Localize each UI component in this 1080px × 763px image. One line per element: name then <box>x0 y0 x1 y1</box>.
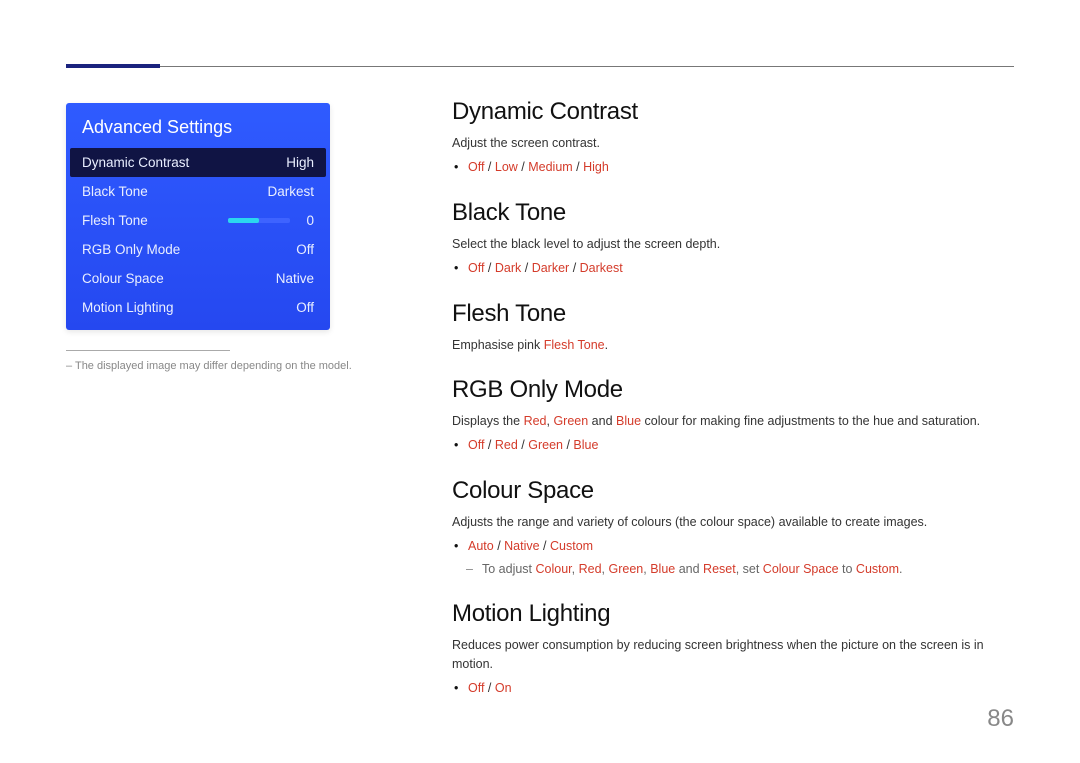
osd-row-value: High <box>266 155 314 170</box>
osd-slider[interactable] <box>228 218 290 223</box>
heading-flesh-tone: Flesh Tone <box>452 300 1006 328</box>
heading-colour-space: Colour Space <box>452 477 1006 505</box>
desc-flesh-tone: Emphasise pink Flesh Tone. <box>452 336 1006 354</box>
heading-black-tone: Black Tone <box>452 199 1006 227</box>
osd-row-colour-space[interactable]: Colour Space Native <box>66 264 330 293</box>
heading-motion-lighting: Motion Lighting <box>452 600 1006 628</box>
footnote-text: – The displayed image may differ dependi… <box>66 360 352 372</box>
sub-colour-space: To adjust Colour, Red, Green, Blue and R… <box>452 560 1006 579</box>
section-colour-space: Colour Space Adjusts the range and varie… <box>452 477 1006 579</box>
opts-colour-space: Auto / Native / Custom <box>468 537 1006 556</box>
footnote-divider <box>66 350 230 351</box>
desc-black-tone: Select the black level to adjust the scr… <box>452 235 1006 253</box>
osd-row-label: Dynamic Contrast <box>82 155 189 170</box>
section-flesh-tone: Flesh Tone Emphasise pink Flesh Tone. <box>452 300 1006 354</box>
opts-dynamic-contrast: Off / Low / Medium / High <box>468 158 1006 177</box>
section-rgb-only-mode: RGB Only Mode Displays the Red, Green an… <box>452 376 1006 455</box>
osd-row-motion-lighting[interactable]: Motion Lighting Off <box>66 293 330 322</box>
header-accent <box>66 64 160 68</box>
page-number: 86 <box>987 705 1014 733</box>
osd-row-value: 0 <box>300 213 314 228</box>
section-black-tone: Black Tone Select the black level to adj… <box>452 199 1006 278</box>
osd-row-value: Off <box>266 300 314 315</box>
opts-black-tone: Off / Dark / Darker / Darkest <box>468 259 1006 278</box>
header-divider <box>66 66 1014 67</box>
osd-row-label: Flesh Tone <box>82 213 148 228</box>
osd-row-label: RGB Only Mode <box>82 242 180 257</box>
osd-row-flesh-tone[interactable]: Flesh Tone 0 <box>66 206 330 235</box>
osd-row-label: Colour Space <box>82 271 164 286</box>
osd-row-label: Motion Lighting <box>82 300 174 315</box>
content-area: Dynamic Contrast Adjust the screen contr… <box>452 98 1006 719</box>
opts-rgb-only-mode: Off / Red / Green / Blue <box>468 436 1006 455</box>
heading-rgb-only-mode: RGB Only Mode <box>452 376 1006 404</box>
osd-slider-wrap: 0 <box>228 213 314 228</box>
manual-page: Advanced Settings Dynamic Contrast High Bl… <box>0 0 1080 763</box>
osd-title: Advanced Settings <box>66 103 330 148</box>
osd-row-rgb-only-mode[interactable]: RGB Only Mode Off <box>66 235 330 264</box>
osd-row-value: Native <box>266 271 314 286</box>
osd-advanced-settings-panel: Advanced Settings Dynamic Contrast High Bl… <box>66 103 330 330</box>
opts-motion-lighting: Off / On <box>468 679 1006 698</box>
osd-row-black-tone[interactable]: Black Tone Darkest <box>66 177 330 206</box>
osd-row-value: Darkest <box>266 184 314 199</box>
desc-rgb-only-mode: Displays the Red, Green and Blue colour … <box>452 412 1006 430</box>
desc-motion-lighting: Reduces power consumption by reducing sc… <box>452 636 1006 672</box>
heading-dynamic-contrast: Dynamic Contrast <box>452 98 1006 126</box>
section-motion-lighting: Motion Lighting Reduces power consumptio… <box>452 600 1006 697</box>
osd-row-dynamic-contrast[interactable]: Dynamic Contrast High <box>70 148 326 177</box>
osd-row-label: Black Tone <box>82 184 148 199</box>
desc-colour-space: Adjusts the range and variety of colours… <box>452 513 1006 531</box>
osd-row-value: Off <box>266 242 314 257</box>
section-dynamic-contrast: Dynamic Contrast Adjust the screen contr… <box>452 98 1006 177</box>
desc-dynamic-contrast: Adjust the screen contrast. <box>452 134 1006 152</box>
